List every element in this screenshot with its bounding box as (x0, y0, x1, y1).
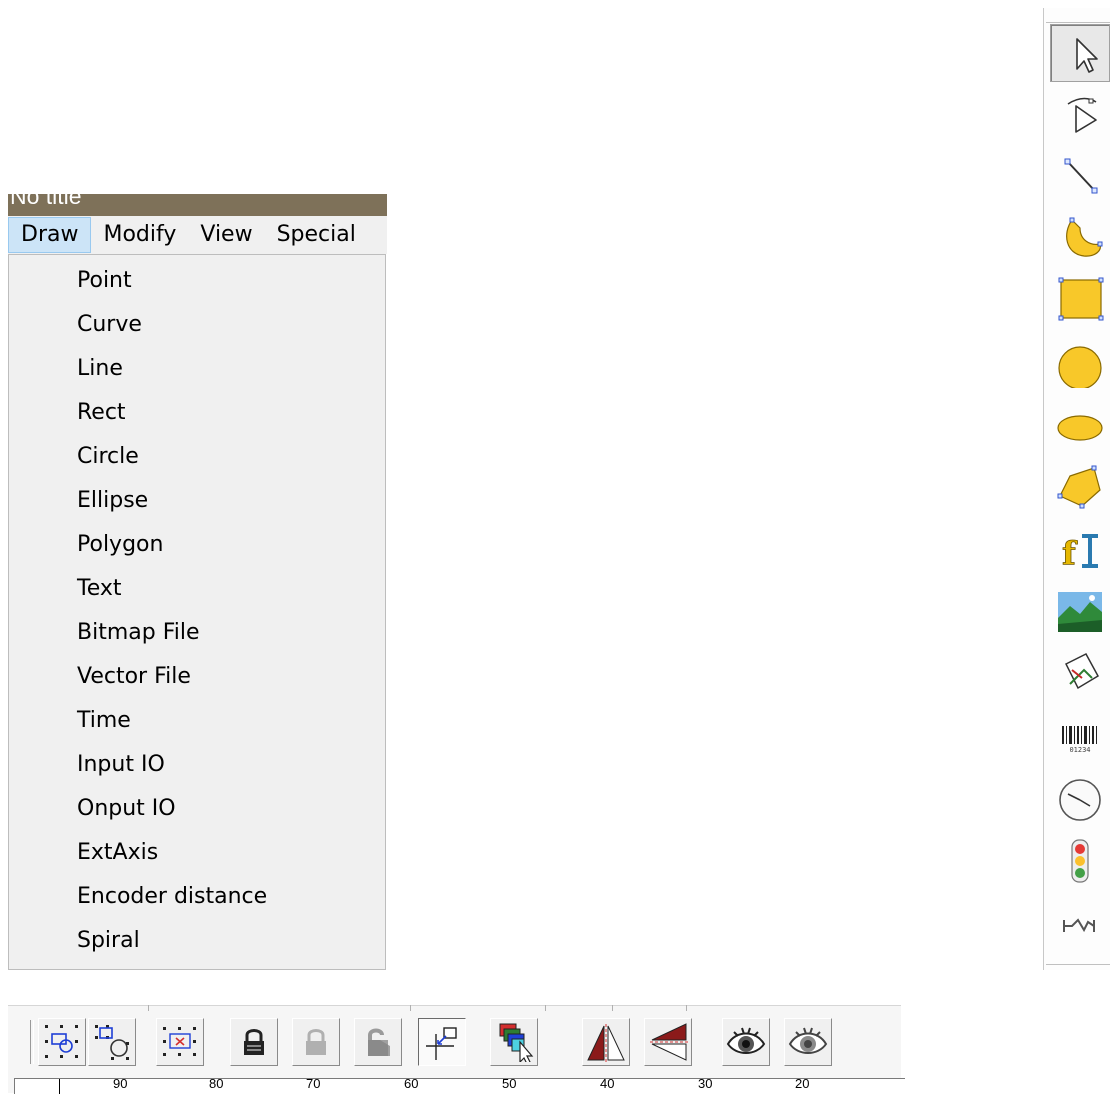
ellipse-tool-icon (1057, 415, 1103, 441)
ruler-label: 50 (502, 1078, 517, 1091)
window-title-bar: No title (8, 194, 387, 216)
text-tool-button[interactable]: f (1050, 520, 1110, 578)
toolbar-grip[interactable] (30, 1020, 34, 1064)
menu-item-circle[interactable]: Circle (77, 437, 139, 477)
ungroup-button[interactable] (88, 1018, 136, 1066)
ellipse-tool-button[interactable] (1050, 396, 1110, 454)
ruler-top-tick (148, 1005, 149, 1011)
rect-tool-button[interactable] (1050, 270, 1110, 328)
menu-item-ext-axis[interactable]: ExtAxis (77, 833, 158, 873)
menu-draw[interactable]: Draw (8, 217, 92, 253)
polygon-tool-button[interactable] (1050, 456, 1110, 514)
menu-item-ellipse[interactable]: Ellipse (77, 481, 148, 521)
menu-item-rect[interactable]: Rect (77, 393, 126, 433)
mirror-vertical-button[interactable] (644, 1018, 692, 1066)
menu-item-line[interactable]: Line (77, 349, 123, 389)
menu-item-spiral[interactable]: Spiral (77, 921, 140, 961)
bitmap-tool-button[interactable] (1050, 582, 1110, 640)
menu-view[interactable]: View (188, 217, 264, 253)
toolbar-top-border (8, 1005, 901, 1006)
line-tool-button[interactable] (1050, 146, 1110, 204)
ruler-label: 30 (698, 1078, 713, 1091)
ruler-label: 20 (795, 1078, 810, 1091)
menu-item-output-io[interactable]: Onput IO (77, 789, 176, 829)
rect-tool-icon (1058, 277, 1104, 321)
line-tool-icon (1064, 158, 1098, 194)
menu-item-encoder-distance[interactable]: Encoder distance (77, 877, 267, 917)
menu-modify[interactable]: Modify (91, 217, 188, 253)
vector-file-tool-button[interactable] (1050, 644, 1110, 702)
origin-icon (426, 1027, 457, 1060)
menu-special[interactable]: Special (265, 217, 368, 253)
menu-item-polygon[interactable]: Polygon (77, 525, 163, 565)
lock-button[interactable] (230, 1018, 278, 1066)
window-title: No title (10, 194, 82, 209)
menu-item-bitmap-file[interactable]: Bitmap File (77, 613, 200, 653)
menu-item-text[interactable]: Text (77, 569, 122, 609)
unlock-all-button[interactable] (354, 1018, 402, 1066)
ruler-tick (59, 1079, 60, 1094)
barcode-tool-icon: 01234 (1062, 726, 1097, 754)
clock-tool-icon (1059, 779, 1101, 821)
menu-bar: Draw Modify View Special (8, 216, 387, 254)
barcode-tool-button[interactable]: 01234 (1050, 708, 1110, 766)
menu-item-vector-file[interactable]: Vector File (77, 657, 191, 697)
menu-item-curve[interactable]: Curve (77, 305, 142, 345)
text-tool-icon: f (1062, 534, 1098, 572)
draw-dropdown-menu: Point Curve Line Rect Circle Ellipse Pol… (8, 254, 386, 970)
lock-icon (244, 1029, 264, 1055)
mirror-horizontal-icon (587, 1024, 625, 1062)
show-button[interactable] (722, 1018, 770, 1066)
io-signal-tool-icon (1071, 839, 1089, 883)
menu-item-input-io[interactable]: Input IO (77, 745, 165, 785)
unlock-all-icon (368, 1028, 390, 1056)
ruler-label: 90 (113, 1078, 128, 1091)
toolbar-divider (1046, 964, 1110, 965)
unlock-button[interactable] (292, 1018, 340, 1066)
ruler-label: 70 (306, 1078, 321, 1091)
clock-tool-button[interactable] (1050, 770, 1110, 828)
menu-item-time[interactable]: Time (77, 701, 131, 741)
barcode-digits: 01234 (1069, 746, 1090, 754)
delete-group-icon (163, 1027, 196, 1056)
ruler-label: 40 (600, 1078, 615, 1091)
circle-tool-icon (1058, 346, 1102, 388)
ruler-label: 60 (404, 1078, 419, 1091)
polygon-tool-icon (1057, 465, 1101, 509)
hide-icon (788, 1027, 828, 1054)
ruler-top-tick (686, 1005, 687, 1011)
menu-item-point[interactable]: Point (77, 261, 132, 301)
ruler-top-tick (410, 1005, 411, 1011)
group-icon (45, 1025, 78, 1058)
node-edit-icon (1067, 97, 1097, 133)
mirror-vertical-icon (650, 1023, 688, 1061)
circle-tool-button[interactable] (1050, 334, 1110, 392)
horizontal-ruler: 90 80 70 60 50 40 30 20 (14, 1078, 905, 1094)
group-button[interactable] (38, 1018, 86, 1066)
svg-text:f: f (1062, 534, 1078, 572)
node-edit-tool-button[interactable] (1050, 86, 1110, 144)
delete-group-button[interactable] (156, 1018, 204, 1066)
mirror-horizontal-button[interactable] (582, 1018, 630, 1066)
ungroup-icon (95, 1025, 129, 1060)
arrow-select-icon (1076, 38, 1098, 73)
curve-tool-button[interactable] (1050, 208, 1110, 266)
toolbar-divider (1046, 22, 1110, 23)
ruler-top-tick (612, 1005, 613, 1011)
hide-button[interactable] (784, 1018, 832, 1066)
curve-tool-icon (1066, 217, 1103, 257)
ext-axis-tool-icon (1063, 918, 1095, 933)
io-signal-tool-button[interactable] (1050, 832, 1110, 890)
origin-button[interactable] (418, 1018, 466, 1066)
layer-order-button[interactable] (490, 1018, 538, 1066)
layer-order-icon (499, 1023, 534, 1062)
show-icon (726, 1027, 766, 1054)
vector-file-icon (1064, 653, 1100, 690)
unlock-icon (306, 1029, 326, 1055)
select-tool-button[interactable] (1050, 24, 1110, 82)
ruler-label: 80 (209, 1078, 224, 1091)
ruler-top-tick (545, 1005, 546, 1011)
ext-axis-tool-button[interactable] (1050, 896, 1110, 954)
bitmap-tool-icon (1058, 592, 1102, 632)
